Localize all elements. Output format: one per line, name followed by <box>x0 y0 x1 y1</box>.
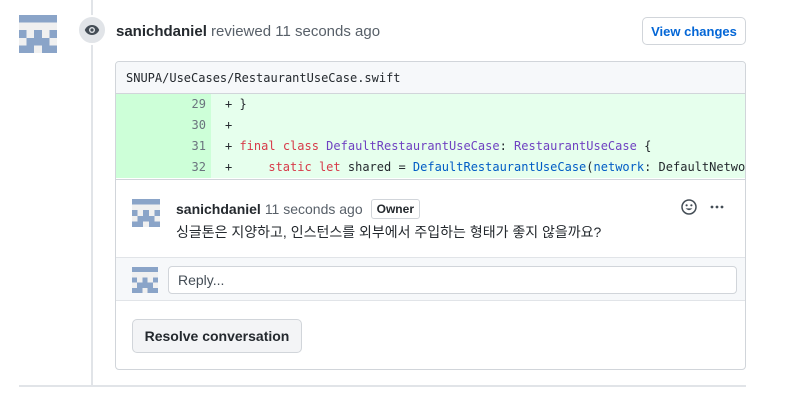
diff-line-number[interactable]: 29 <box>116 94 211 115</box>
reply-input[interactable] <box>168 266 737 294</box>
comment-header: sanichdaniel 11 seconds ago Owner <box>176 199 420 219</box>
diff-line-number[interactable]: 30 <box>116 115 211 136</box>
diff-line-number[interactable]: 31 <box>116 136 211 157</box>
comment-options-button[interactable] <box>707 197 727 217</box>
eye-icon <box>77 15 107 45</box>
comment-author-avatar[interactable] <box>132 199 160 227</box>
kebab-horizontal-icon <box>710 205 724 209</box>
diff-line-code: + static let shared = DefaultRestaurantU… <box>225 160 745 174</box>
review-action: reviewed <box>211 23 272 40</box>
diff-line-code: + <box>225 118 233 132</box>
diff-line-code: + } <box>225 97 247 111</box>
smiley-icon <box>681 199 697 215</box>
diff-line-code: + final class DefaultRestaurantUseCase: … <box>225 139 652 153</box>
comment-body: 싱글톤은 지양하고, 인스턴스를 외부에서 주입하는 형태가 좋지 않을까요? <box>176 224 602 240</box>
review-comment: sanichdaniel 11 seconds ago Owner 싱글톤은 지… <box>116 179 745 257</box>
comment-author-link[interactable]: sanichdaniel <box>176 201 261 218</box>
review-time[interactable]: 11 seconds ago <box>275 23 380 40</box>
review-author-link[interactable]: sanichdaniel <box>116 23 207 40</box>
owner-badge: Owner <box>370 199 420 219</box>
reply-area <box>116 257 745 301</box>
diff-line: 32 + static let shared = DefaultRestaura… <box>116 157 745 178</box>
file-path[interactable]: SNUPA/UseCases/RestaurantUseCase.swift <box>126 71 401 85</box>
diff-table: 29 + } 30 + 31 + final class DefaultRest… <box>116 94 745 178</box>
file-path-header[interactable]: SNUPA/UseCases/RestaurantUseCase.swift <box>116 62 745 94</box>
review-header: sanichdaniel reviewed 11 seconds ago <box>116 23 380 41</box>
diff-line-number[interactable]: 32 <box>116 157 211 178</box>
diff-line: 31 + final class DefaultRestaurantUseCas… <box>116 136 745 157</box>
diff-line: 30 + <box>116 115 745 136</box>
reply-avatar <box>132 267 158 293</box>
review-file-box: SNUPA/UseCases/RestaurantUseCase.swift 2… <box>115 61 746 370</box>
diff-line: 29 + } <box>116 94 745 115</box>
timeline-line <box>91 0 93 385</box>
resolve-conversation-button[interactable]: Resolve conversation <box>132 319 302 353</box>
timeline-divider <box>19 385 746 387</box>
comment-time[interactable]: 11 seconds ago <box>265 201 363 218</box>
reviewer-avatar[interactable] <box>19 15 57 53</box>
view-changes-button[interactable]: View changes <box>642 17 746 45</box>
add-reaction-button[interactable] <box>679 197 699 217</box>
